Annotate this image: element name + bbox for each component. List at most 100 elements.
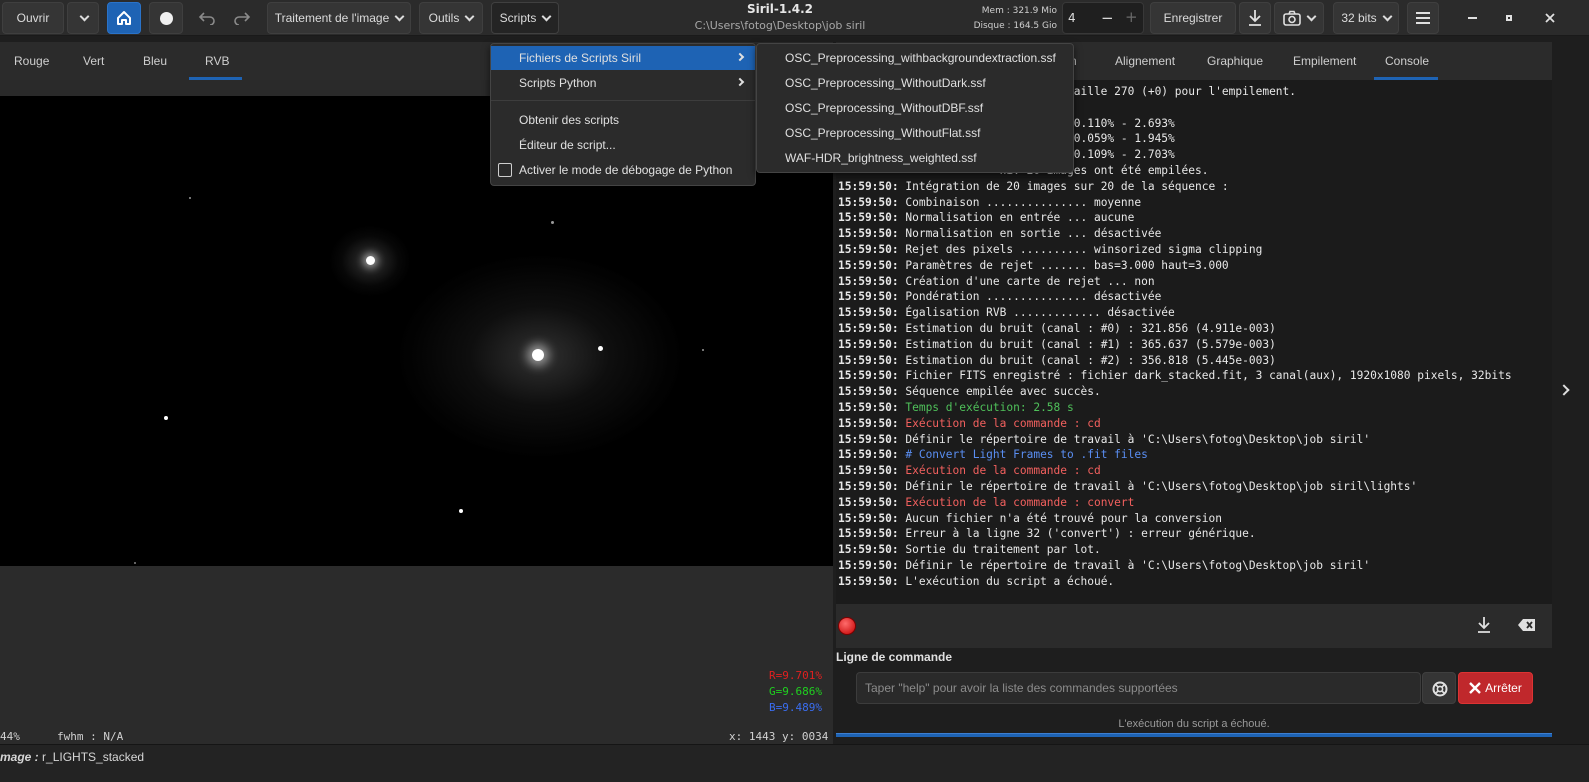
star — [532, 349, 544, 361]
console-line: 15:59:50: Création d'une carte de rejet … — [838, 274, 1512, 290]
star — [134, 562, 136, 564]
console-timestamp: 15:59:50: — [838, 195, 899, 209]
star — [702, 349, 704, 351]
console-timestamp: 15:59:50: — [838, 527, 899, 541]
fwhm-value: fwhm : N/A — [57, 730, 124, 743]
close-icon — [1545, 13, 1555, 23]
console-text: Exécution de la commande : cd — [898, 416, 1101, 430]
console-timestamp: 15:59:50: — [838, 511, 899, 525]
console-line: 15:59:50: Définir le répertoire de trava… — [838, 558, 1512, 574]
scripts-menu-button[interactable]: Scripts — [491, 2, 559, 34]
minimize-button[interactable] — [1458, 4, 1486, 32]
tab-alignment[interactable]: Alignement — [1115, 54, 1175, 68]
image-processing-menu-button[interactable]: Traitement de l'image — [267, 2, 411, 34]
menu-item-label: Activer le mode de débogage de Python — [519, 163, 733, 177]
image-name-value: r_LIGHTS_stacked — [38, 750, 145, 764]
tools-menu-button[interactable]: Outils — [419, 2, 483, 34]
menu-item-script-editor[interactable]: Éditeur de script... — [491, 133, 755, 157]
checkbox[interactable] — [498, 163, 512, 177]
console-timestamp: 15:59:50: — [838, 274, 899, 288]
star — [551, 221, 554, 224]
menu-item-python-debug[interactable]: Activer le mode de débogage de Python — [491, 158, 755, 182]
submenu-item[interactable]: OSC_Preprocessing_withbackgroundextracti… — [785, 51, 1056, 65]
image-processing-label: Traitement de l'image — [274, 11, 390, 25]
maximize-button[interactable] — [1495, 4, 1523, 32]
record-button[interactable] — [149, 2, 183, 34]
console-timestamp: 15:59:50: — [838, 495, 899, 509]
console-text: Fichier FITS enregistré : fichier dark_s… — [898, 369, 1512, 383]
console-line: 15:59:50: Estimation du bruit (canal : #… — [838, 321, 1512, 337]
console-timestamp: 15:59:50: — [838, 337, 899, 351]
console-text: L'exécution du script a échoué. — [898, 574, 1115, 588]
console-line: 15:59:50: Égalisation RVB ............. … — [838, 305, 1512, 321]
submenu-item[interactable]: OSC_Preprocessing_WithoutDark.ssf — [785, 76, 986, 90]
tab-console[interactable]: Console — [1385, 54, 1429, 68]
chevron-down-icon — [79, 11, 90, 21]
console-text: Estimation du bruit (canal : #2) : 356.8… — [898, 353, 1276, 367]
tab-rgb[interactable]: RVB — [205, 54, 229, 68]
menu-item-get-scripts[interactable]: Obtenir des scripts — [491, 108, 755, 132]
clear-log-icon[interactable] — [1518, 618, 1536, 632]
undo-icon — [198, 12, 215, 25]
console-line: 15:59:50: Normalisation en entrée ... au… — [838, 210, 1512, 226]
submenu-item[interactable]: OSC_Preprocessing_WithoutFlat.ssf — [785, 126, 980, 140]
tab-blue[interactable]: Bleu — [143, 54, 167, 68]
undo-button[interactable] — [190, 2, 224, 34]
chevron-right-icon — [735, 77, 745, 87]
log-level-indicator-icon[interactable] — [838, 617, 856, 635]
console-line: 15:59:50: Rejet des pixels .......... wi… — [838, 242, 1512, 258]
tab-red[interactable]: Rouge — [14, 54, 49, 68]
menu-item-siril-scripts[interactable]: Fichiers de Scripts Siril — [491, 46, 755, 70]
console-timestamp: 15:59:50: — [838, 448, 899, 462]
snapshot-button[interactable] — [1274, 2, 1324, 34]
close-button[interactable] — [1536, 4, 1564, 32]
image-name: mage : r_LIGHTS_stacked — [0, 750, 144, 764]
chevron-down-icon — [1382, 11, 1393, 21]
save-as-button[interactable] — [1239, 2, 1271, 34]
viewer-background — [0, 566, 833, 744]
home-button[interactable] — [107, 2, 141, 34]
main-menu-button[interactable] — [1407, 2, 1439, 34]
minus-icon[interactable]: − — [1101, 9, 1114, 27]
lifebuoy-icon — [1432, 681, 1448, 697]
open-button[interactable]: Ouvrir — [2, 2, 64, 34]
console-timestamp: 15:59:50: — [838, 416, 899, 430]
stop-button[interactable]: Arrêter — [1458, 672, 1533, 704]
menu-item-python-scripts[interactable]: Scripts Python — [491, 71, 755, 95]
console-text: Paramètres de rejet ....... bas=3.000 ha… — [898, 258, 1229, 272]
camera-icon — [1283, 10, 1301, 26]
console-line: 15:59:50: Définir le répertoire de trava… — [838, 432, 1512, 448]
plus-icon[interactable]: + — [1125, 8, 1138, 26]
console-text: # Convert Light Frames to .fit files — [898, 448, 1148, 462]
submenu-item[interactable]: WAF-HDR_brightness_weighted.ssf — [785, 151, 977, 165]
chevron-down-icon — [464, 11, 475, 21]
help-button[interactable] — [1422, 672, 1456, 704]
chevron-right-icon — [735, 52, 745, 62]
console-timestamp: 15:59:50: — [838, 179, 899, 193]
thread-count-spinner[interactable]: 4 − + — [1062, 2, 1144, 34]
tab-graph[interactable]: Graphique — [1207, 54, 1263, 68]
console-text: Erreur à la ligne 32 ('convert') : erreu… — [898, 527, 1256, 541]
redo-button[interactable] — [225, 2, 259, 34]
working-directory: C:\Users\fotog\Desktop\job siril — [694, 19, 866, 32]
submenu-item[interactable]: OSC_Preprocessing_WithoutDBF.ssf — [785, 101, 983, 115]
command-input[interactable] — [857, 673, 1420, 703]
download-icon[interactable] — [1476, 616, 1492, 634]
menu-item-label: Obtenir des scripts — [519, 113, 620, 127]
recent-dropdown-button[interactable] — [67, 2, 99, 34]
save-button[interactable]: Enregistrer — [1150, 2, 1236, 34]
command-line-label: Ligne de commande — [836, 650, 953, 664]
chevron-right-icon[interactable] — [1558, 384, 1570, 396]
bit-depth-button[interactable]: 32 bits — [1333, 2, 1399, 34]
console-text: Exécution de la commande : convert — [898, 495, 1135, 509]
console-text: Séquence empilée avec succès. — [898, 385, 1101, 399]
console-line: 15:59:50: Erreur à la ligne 32 ('convert… — [838, 526, 1512, 542]
console-text: Pondération ............... désactivée — [898, 290, 1162, 304]
console-line: 15:59:50: Pondération ............... dé… — [838, 289, 1512, 305]
tab-green[interactable]: Vert — [83, 54, 104, 68]
tab-stacking[interactable]: Empilement — [1293, 54, 1356, 68]
console-text: Rejet des pixels .......... winsorized s… — [898, 242, 1263, 256]
console-line: 15:59:50: Définir le répertoire de trava… — [838, 479, 1512, 495]
status-bar: mage : r_LIGHTS_stacked — [0, 744, 1589, 782]
command-input-box[interactable] — [856, 672, 1421, 704]
